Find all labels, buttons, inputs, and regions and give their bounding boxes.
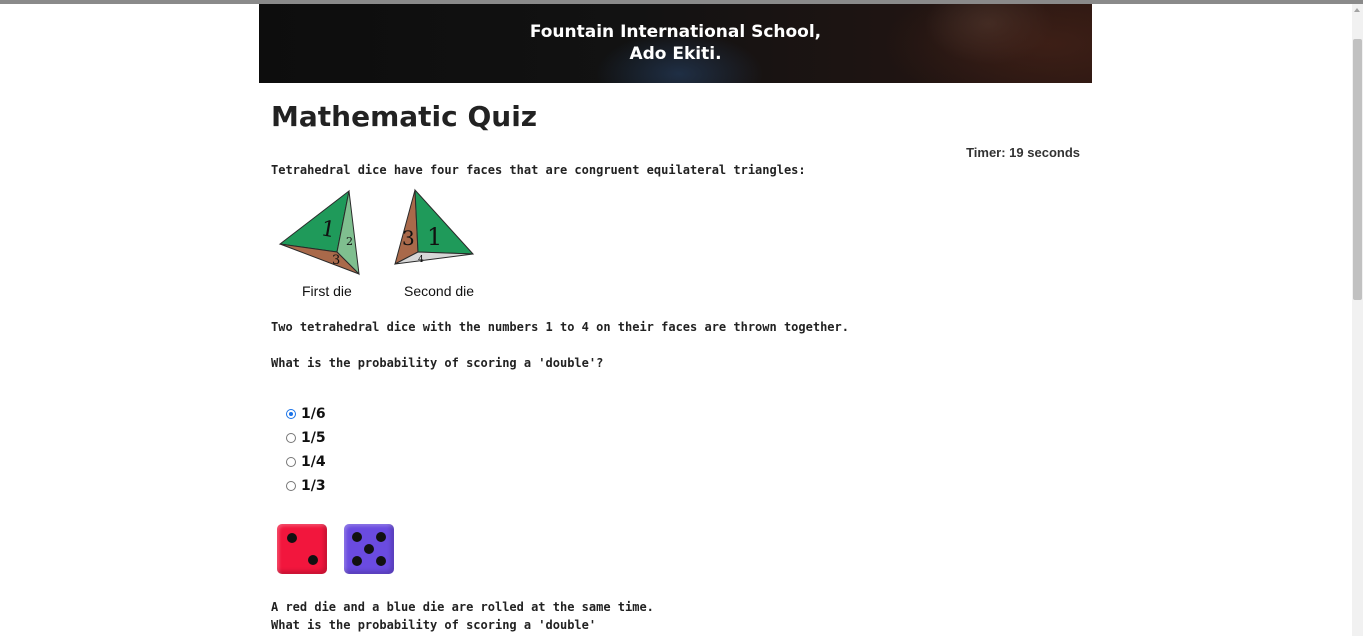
question-1-intro: Tetrahedral dice have four faces that ar… — [271, 163, 806, 177]
school-name-line-1: Fountain International School, — [529, 22, 822, 42]
scroll-up-arrow-icon[interactable] — [1354, 8, 1360, 12]
blue-die-pip — [352, 556, 362, 566]
answer-option-3[interactable]: 1/4 — [286, 450, 326, 474]
scrollbar-thumb[interactable] — [1353, 39, 1362, 300]
answer-radio-1[interactable] — [286, 409, 296, 419]
question-2-prompt: What is the probability of scoring a 'do… — [271, 618, 597, 632]
answer-label-2: 1/5 — [301, 430, 326, 446]
first-die-face-2: 2 — [346, 235, 353, 248]
school-name: Fountain International School, Ado Ekiti… — [259, 21, 1092, 65]
page-title: Mathematic Quiz — [271, 100, 538, 133]
page-scrollbar[interactable] — [1352, 4, 1363, 636]
answer-radio-4[interactable] — [286, 481, 296, 491]
answer-label-3: 1/4 — [301, 454, 326, 470]
first-die-face-3: 3 — [332, 253, 340, 268]
blue-die-pip — [376, 556, 386, 566]
school-banner: Fountain International School, Ado Ekiti… — [259, 4, 1092, 83]
question-1-statement: Two tetrahedral dice with the numbers 1 … — [271, 320, 849, 334]
blue-die-pip — [376, 532, 386, 542]
first-tetrahedral-die: 1 2 3 — [278, 189, 360, 276]
quiz-page: Fountain International School, Ado Ekiti… — [259, 4, 1092, 636]
answer-options: 1/6 1/5 1/4 1/3 — [286, 402, 326, 498]
question-2-statement: A red die and a blue die are rolled at t… — [271, 600, 654, 614]
answer-radio-3[interactable] — [286, 457, 296, 467]
second-die-face-3: 3 — [402, 226, 415, 250]
blue-die-pip — [352, 532, 362, 542]
quiz-timer: Timer: 19 seconds — [966, 145, 1080, 160]
blue-die — [344, 524, 394, 574]
blue-die-pip — [364, 544, 374, 554]
red-die-pip — [287, 533, 297, 543]
red-die — [277, 524, 327, 574]
first-die-label: First die — [302, 283, 352, 299]
second-tetrahedral-die: 3 1 4 — [394, 188, 475, 265]
question-1-prompt: What is the probability of scoring a 'do… — [271, 356, 604, 370]
answer-label-1: 1/6 — [301, 406, 326, 422]
second-die-label: Second die — [404, 283, 475, 299]
answer-option-1[interactable]: 1/6 — [286, 402, 326, 426]
second-die-face-4: 4 — [418, 255, 424, 265]
answer-option-2[interactable]: 1/5 — [286, 426, 326, 450]
school-name-line-2: Ado Ekiti. — [629, 44, 722, 64]
red-die-pip — [308, 555, 318, 565]
answer-option-4[interactable]: 1/3 — [286, 474, 326, 498]
second-die-face-1: 1 — [427, 223, 442, 251]
answer-radio-2[interactable] — [286, 433, 296, 443]
answer-label-4: 1/3 — [301, 478, 326, 494]
second-die-right-face — [414, 188, 475, 255]
